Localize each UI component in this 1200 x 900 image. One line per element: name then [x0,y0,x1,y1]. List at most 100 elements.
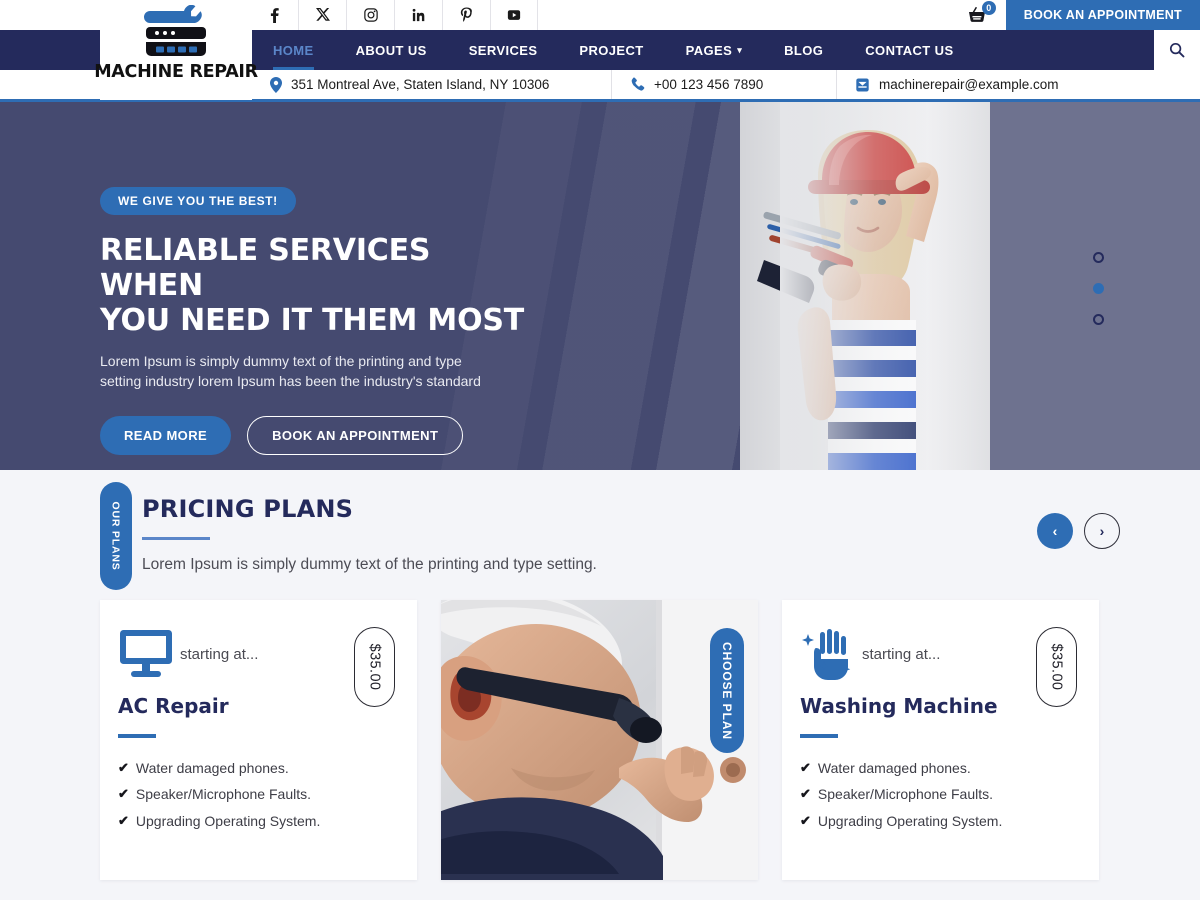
card-feature: ✔ Water damaged phones. [800,760,1075,776]
check-icon: ✔ [800,812,811,828]
read-more-button[interactable]: READ MORE [100,416,232,456]
nav-label: PAGES [685,42,733,58]
card-starting-at: starting at... [862,645,941,663]
clean-hand-icon [802,629,851,680]
hero-buttons: READ MORE BOOK AN APPOINTMENT [100,416,530,456]
chevron-down-icon: ▾ [737,44,743,55]
youtube-icon[interactable] [490,0,538,30]
card-feature-list: ✔ Water damaged phones. ✔ Speaker/Microp… [118,760,393,829]
pricing-card-ac-repair[interactable]: starting at... AC Repair ✔ Water damaged… [100,600,417,880]
nav-item-services[interactable]: SERVICES [448,30,559,70]
pricing-title: PRICING PLANS [142,495,354,523]
card-title-rule [800,734,838,738]
nav-item-project[interactable]: PROJECT [558,30,664,70]
hero-slider-dot-3[interactable] [1093,314,1104,325]
card-feature-text: Upgrading Operating System. [817,812,1003,829]
card-feature-text: Speaker/Microphone Faults. [817,786,993,803]
cart-button[interactable]: 0 [950,0,1006,30]
cart-count-badge: 0 [981,1,996,15]
nav-item-pages[interactable]: PAGES ▾ [665,30,763,70]
x-twitter-icon[interactable] [298,0,346,30]
card-header: starting at... [800,628,1075,680]
nav-item-about-us[interactable]: ABOUT US [335,30,448,70]
social-links [250,0,538,30]
monitor-icon [120,630,172,677]
hero-badge: WE GIVE YOU THE BEST! [100,187,296,215]
contact-email-text: machinerepair@example.com [879,77,1059,92]
card-starting-at: starting at... [180,645,259,663]
logo-wordmark: MACHINE REPAIR [94,62,258,82]
carousel-next-button[interactable]: › [1084,513,1120,549]
hero-content: WE GIVE YOU THE BEST! RELIABLE SERVICES … [100,187,530,456]
pricing-cards: starting at... AC Repair ✔ Water damaged… [100,600,1100,880]
hero-slider-dot-1[interactable] [1093,252,1104,263]
nav-item-blog[interactable]: BLOG [763,30,844,70]
pricing-card-featured[interactable]: CHOOSE PLAN [441,600,758,880]
card-price-text: $35.00 [366,643,383,691]
carousel-prev-button[interactable]: ‹ [1037,513,1073,549]
check-icon: ✔ [118,812,129,828]
check-icon: ✔ [118,760,129,775]
card-feature: ✔ Speaker/Microphone Faults. [118,786,393,802]
book-appointment-hero-button[interactable]: BOOK AN APPOINTMENT [247,416,464,456]
hero-photo-fade [780,102,990,470]
card-feature-text: Speaker/Microphone Faults. [135,786,311,803]
nav-items: HOME ABOUT US SERVICES PROJECT PAGES ▾ B… [252,30,1200,70]
contact-address[interactable]: 351 Montreal Ave, Staten Island, NY 1030… [252,70,612,99]
choose-plan-tab[interactable]: CHOOSE PLAN [710,628,744,753]
card-feature-text: Upgrading Operating System. [135,812,321,829]
contact-items: 351 Montreal Ave, Staten Island, NY 1030… [252,70,1200,99]
card-title-rule [118,734,156,738]
hero-title: RELIABLE SERVICES WHEN YOU NEED IT THEM … [100,233,530,338]
check-icon: ✔ [800,760,811,775]
nav-label: HOME [273,42,314,58]
map-pin-icon [270,76,282,93]
contact-phone-text: +00 123 456 7890 [654,77,764,92]
ac-unit-wrench-logo-icon [144,5,206,56]
card-feature: ✔ Speaker/Microphone Faults. [800,786,1075,802]
choose-plan-label: CHOOSE PLAN [720,641,735,740]
phone-icon [631,77,645,91]
search-button[interactable] [1154,30,1200,70]
linkedin-icon[interactable] [394,0,442,30]
card-title: Washing Machine [800,694,998,718]
pinterest-icon[interactable] [442,0,490,30]
card-feature: ✔ Water damaged phones. [118,760,393,776]
search-icon [1169,42,1185,58]
nav-item-home[interactable]: HOME [252,30,335,70]
card-feature: ✔ Upgrading Operating System. [800,813,1075,829]
hero-subtitle: Lorem Ipsum is simply dummy text of the … [100,352,500,392]
envelope-icon [856,78,869,91]
hero-title-line-1: RELIABLE SERVICES WHEN [100,233,431,304]
card-feature-list: ✔ Water damaged phones. ✔ Speaker/Microp… [800,760,1075,829]
nav-label: SERVICES [468,42,538,58]
hero-subtitle-line-1: Lorem Ipsum is simply dummy text of the … [100,353,462,370]
hero-slider-dot-2[interactable] [1093,283,1104,294]
contact-phone[interactable]: +00 123 456 7890 [612,70,837,99]
card-price-badge: $35.00 [1036,627,1077,707]
pricing-card-washing-machine[interactable]: starting at... Washing Machine ✔ Water d… [782,600,1099,880]
hero-title-line-2: YOU NEED IT THEM MOST [100,303,525,339]
nav-label: PROJECT [579,42,644,58]
card-feature-text: Water damaged phones. [817,760,971,776]
contact-address-text: 351 Montreal Ave, Staten Island, NY 1030… [291,77,550,92]
nav-item-contact-us[interactable]: CONTACT US [844,30,974,70]
pricing-heading-block: PRICING PLANS Lorem Ipsum is simply dumm… [142,495,597,574]
hero-subtitle-line-2: setting industry lorem Ipsum has been th… [100,373,481,390]
contact-email[interactable]: machinerepair@example.com [837,70,1077,99]
our-plans-tab: OUR PLANS [100,482,132,590]
check-icon: ✔ [118,786,129,802]
pricing-carousel-nav: ‹ › [1037,513,1120,549]
pricing-title-rule [142,537,210,540]
instagram-icon[interactable] [346,0,394,30]
card-feature: ✔ Upgrading Operating System. [118,813,393,829]
card-price-badge: $35.00 [354,627,395,707]
top-bar-spacer [538,0,950,30]
book-appointment-top-button[interactable]: BOOK AN APPOINTMENT [1005,0,1200,30]
check-icon: ✔ [800,786,811,802]
site-logo[interactable]: MACHINE REPAIR [94,0,258,100]
nav-label: BLOG [784,42,824,58]
card-feature-text: Water damaged phones. [135,760,289,776]
facebook-icon[interactable] [250,0,298,30]
